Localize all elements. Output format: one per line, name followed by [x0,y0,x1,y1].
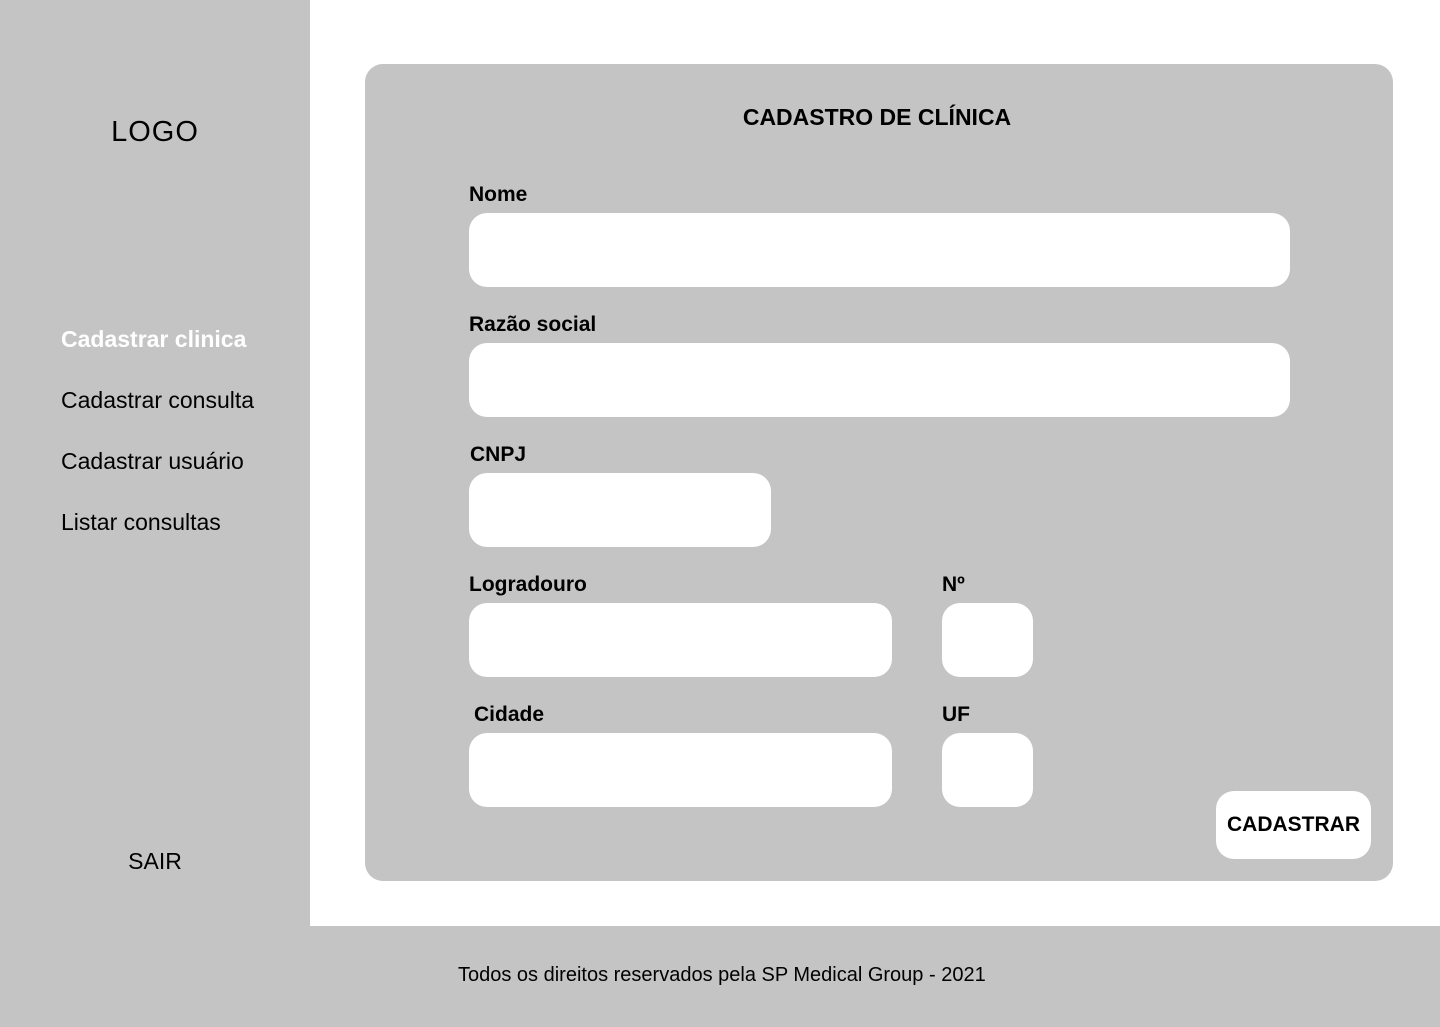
sidebar-item-cadastrar-clinica[interactable]: Cadastrar clinica [61,323,254,384]
razao-social-label: Razão social [469,313,597,336]
nome-label: Nome [469,183,528,206]
cnpj-input[interactable] [469,473,771,547]
logradouro-label: Logradouro [469,573,587,596]
sidebar-item-cadastrar-usuario[interactable]: Cadastrar usuário [61,445,254,506]
sidebar-nav: Cadastrar clinica Cadastrar consulta Cad… [61,323,254,567]
footer-copyright: Todos os direitos reservados pela SP Med… [458,964,986,986]
uf-label: UF [942,703,970,726]
sidebar-item-listar-consultas[interactable]: Listar consultas [61,506,254,567]
cnpj-label: CNPJ [470,443,527,466]
logout-link[interactable]: SAIR [0,848,310,875]
footer: Todos os direitos reservados pela SP Med… [0,926,1440,1027]
cidade-label: Cidade [474,703,545,726]
clinic-form-card: CADASTRO DE CLÍNICA Nome Razão social CN… [365,64,1393,881]
sidebar: LOGO Cadastrar clinica Cadastrar consult… [0,0,310,926]
nome-input[interactable] [469,213,1290,287]
numero-input[interactable] [942,603,1033,677]
logo: LOGO [111,116,199,148]
sidebar-item-cadastrar-consulta[interactable]: Cadastrar consulta [61,384,254,445]
form-title: CADASTRO DE CLÍNICA [742,104,1012,130]
cadastrar-button[interactable]: CADASTRAR [1216,791,1371,859]
uf-input[interactable] [942,733,1033,807]
cidade-input[interactable] [469,733,892,807]
razao-social-input[interactable] [469,343,1290,417]
logradouro-input[interactable] [469,603,892,677]
numero-label: Nº [942,573,965,596]
